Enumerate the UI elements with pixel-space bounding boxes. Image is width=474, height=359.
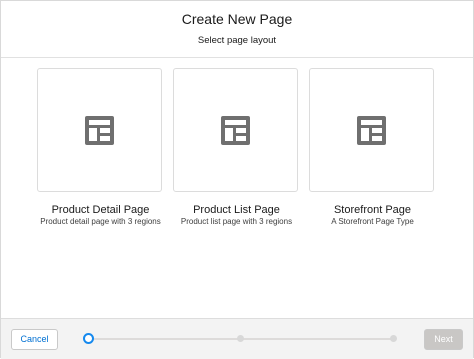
progress-step-1 — [83, 333, 94, 344]
layout-options: Product Detail Page Product detail page … — [1, 68, 473, 248]
layout-option-product-list: Product List Page Product list page with… — [173, 68, 300, 243]
modal-header: Create New Page Select page layout — [1, 1, 473, 58]
layout-icon — [357, 116, 386, 145]
layout-icon — [85, 116, 114, 145]
modal-title: Create New Page — [181, 11, 293, 27]
layout-description: Product detail page with 3 regions — [40, 217, 161, 226]
progress-step-3 — [390, 335, 397, 342]
layout-description: Product list page with 3 regions — [180, 217, 293, 226]
progress-step-2 — [237, 335, 244, 342]
layout-option-product-detail: Product Detail Page Product detail page … — [37, 68, 164, 243]
cancel-button[interactable]: Cancel — [11, 329, 58, 350]
layout-title: Product Detail Page — [51, 204, 150, 216]
layout-description: A Storefront Page Type — [331, 217, 414, 226]
progress-indicator — [83, 333, 399, 345]
layout-tile-product-list[interactable] — [173, 68, 298, 192]
modal-subtitle: Select page layout — [197, 35, 277, 46]
layout-title: Product List Page — [193, 204, 280, 216]
modal-footer: Cancel Next — [1, 318, 473, 359]
layout-title: Storefront Page — [333, 204, 412, 216]
create-page-modal: Create New Page Select page layout Produ… — [0, 0, 474, 359]
layout-option-storefront: Storefront Page A Storefront Page Type — [309, 68, 436, 243]
next-button[interactable]: Next — [424, 329, 463, 350]
layout-icon — [221, 116, 250, 145]
layout-tile-storefront[interactable] — [309, 68, 434, 192]
layout-tile-product-detail[interactable] — [37, 68, 162, 192]
